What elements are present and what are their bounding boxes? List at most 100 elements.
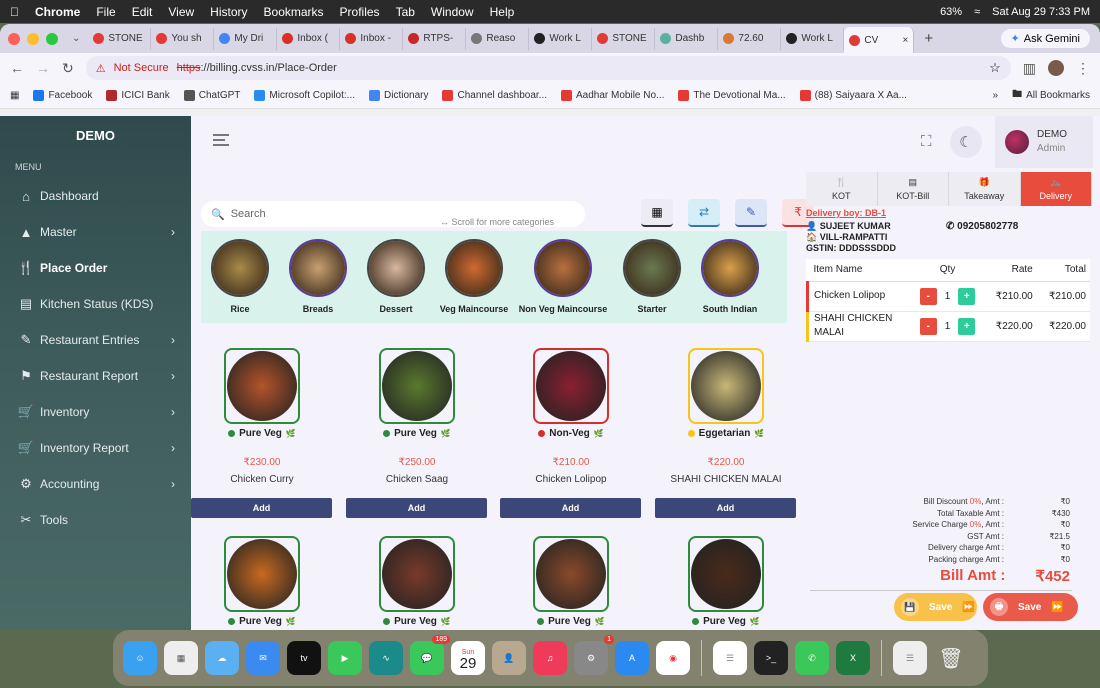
browser-tab[interactable]: Inbox ( <box>277 27 341 50</box>
bookmark-item[interactable]: Aadhar Mobile No... <box>561 90 664 101</box>
browser-tab[interactable]: My Dri <box>214 27 278 50</box>
hamburger-icon[interactable] <box>213 134 229 146</box>
freeform-icon[interactable]: ∿ <box>369 641 403 675</box>
kebab-menu-icon[interactable]: ⋮ <box>1076 60 1090 77</box>
tab-kot[interactable]: 🍴 KOT <box>806 172 878 206</box>
battery-percent[interactable]: 63% <box>940 6 962 18</box>
swap-button[interactable]: ⇄ <box>688 199 720 227</box>
more-bookmarks-icon[interactable]: » <box>993 90 999 101</box>
bookmark-item[interactable]: Channel dashboar... <box>442 90 547 101</box>
tab-takeaway[interactable]: 🎁 Takeaway <box>949 172 1021 206</box>
close-tab-icon[interactable]: × <box>903 35 909 46</box>
launchpad-icon[interactable]: ▦ <box>164 641 198 675</box>
add-to-order-button[interactable]: Add <box>191 498 332 518</box>
not-secure-label[interactable]: Not Secure <box>114 62 169 74</box>
category-item[interactable]: Breads <box>279 239 357 323</box>
trash-icon[interactable]: 🗑 <box>934 641 968 675</box>
browser-tab[interactable]: Dashb <box>655 27 719 50</box>
product-card[interactable]: Non-Veg 🌿 ₹210.00 Chicken Lolipop Add <box>500 348 642 518</box>
browser-tab[interactable]: STONE <box>592 27 656 50</box>
mac-menu-tab[interactable]: Tab <box>396 5 415 19</box>
sidebar-item-place-order[interactable]: 🍴 Place Order <box>0 250 191 286</box>
bookmark-item[interactable]: ChatGPT <box>183 90 240 101</box>
downloads-stack-icon[interactable]: ☰ <box>893 641 927 675</box>
terminal-icon[interactable]: >_ <box>754 641 788 675</box>
apple-icon[interactable]:  <box>10 5 19 19</box>
product-image[interactable] <box>533 348 609 424</box>
product-image[interactable] <box>533 536 609 612</box>
increase-qty-button[interactable]: + <box>958 317 976 335</box>
decrease-qty-button[interactable]: - <box>919 287 937 305</box>
sidebar-item-accounting[interactable]: ⚙ Accounting › <box>0 466 191 502</box>
sidebar-item-inventory[interactable]: 🛒 Inventory › <box>0 394 191 430</box>
new-tab-icon[interactable]: + <box>924 30 933 47</box>
product-image[interactable] <box>688 348 764 424</box>
category-item[interactable]: South Indian <box>691 239 769 323</box>
add-to-order-button[interactable]: Add <box>655 498 796 518</box>
browser-tab[interactable]: Work L <box>781 27 845 50</box>
tab-search-icon[interactable]: ⌄ <box>72 33 80 44</box>
profile-avatar[interactable] <box>1048 60 1064 76</box>
category-item[interactable]: Veg Maincourse <box>435 239 513 323</box>
product-image[interactable] <box>688 536 764 612</box>
browser-tab[interactable]: Inbox - <box>340 27 404 50</box>
apps-grid-icon[interactable]: ▦ <box>10 90 19 101</box>
product-card[interactable]: Pure Veg 🌿 <box>655 536 797 627</box>
mac-menu-profiles[interactable]: Profiles <box>340 5 380 19</box>
whatsapp-icon[interactable]: ✆ <box>795 641 829 675</box>
bookmark-item[interactable]: ICICI Bank <box>106 90 170 101</box>
table-view-button[interactable]: ▦ <box>641 199 673 227</box>
finder-icon[interactable]: ☺ <box>123 641 157 675</box>
apple-tv-icon[interactable]: tv <box>287 641 321 675</box>
music-icon[interactable]: ♫ <box>533 641 567 675</box>
messages-icon[interactable]: 💬 189 <box>410 635 450 675</box>
chrome-icon[interactable]: ◉ <box>656 641 690 675</box>
decrease-qty-button[interactable]: - <box>919 317 937 335</box>
order-qty[interactable]: 1 <box>945 291 951 302</box>
product-image[interactable] <box>379 536 455 612</box>
product-card[interactable]: Pure Veg 🌿 <box>346 536 488 627</box>
category-item[interactable]: Starter <box>613 239 691 323</box>
all-bookmarks[interactable]: 🖿 All Bookmarks <box>1012 87 1090 104</box>
star-icon[interactable]: ☆ <box>989 60 1001 76</box>
forward-icon[interactable]: → <box>36 60 50 76</box>
add-to-order-button[interactable]: Add <box>346 498 487 518</box>
increase-qty-button[interactable]: + <box>958 287 976 305</box>
sidebar-item-inventory-report[interactable]: 🛒 Inventory Report › <box>0 430 191 466</box>
product-image[interactable] <box>379 348 455 424</box>
delivery-boy-link[interactable]: Delivery boy: DB-1 <box>806 208 1092 218</box>
sidebar-item-tools[interactable]: ✂ Tools <box>0 502 191 538</box>
maximize-window-icon[interactable] <box>46 32 58 45</box>
tab-kot-bill[interactable]: ▤ KOT-Bill <box>878 172 949 206</box>
textedit-icon[interactable]: ☰ <box>713 641 747 675</box>
wifi-icon[interactable]: ≈ <box>974 6 980 18</box>
product-card[interactable]: Pure Veg 🌿 <box>191 536 333 627</box>
contacts-icon[interactable]: 👤 <box>492 641 526 675</box>
calendar-icon[interactable]: Sun 29 <box>451 641 485 675</box>
sidebar-item-master[interactable]: ▲ Master › <box>0 214 191 250</box>
browser-tab[interactable]: 72.60 <box>718 27 782 50</box>
ask-gemini-button[interactable]: ✦ Ask Gemini <box>1000 29 1090 48</box>
url-text[interactable]: https://billing.cvss.in/Place-Order <box>177 62 337 74</box>
browser-tab[interactable]: RTPS- <box>403 27 467 50</box>
order-qty[interactable]: 1 <box>945 321 951 332</box>
bookmark-item[interactable]: (88) Saiyaara X Aa... <box>799 90 907 101</box>
browser-tab[interactable]: Work L <box>529 27 593 50</box>
bookmark-item[interactable]: Facebook <box>33 90 92 101</box>
save-button[interactable]: 💾 Save ⏩ <box>894 593 977 621</box>
excel-icon[interactable]: X <box>836 641 870 675</box>
product-image[interactable] <box>224 536 300 612</box>
product-card[interactable]: Pure Veg 🌿 ₹230.00 Chicken Curry Add <box>191 348 333 518</box>
browser-tab[interactable]: Reaso <box>466 27 530 50</box>
brand-logo[interactable]: DEMO <box>0 116 191 156</box>
category-item[interactable]: Dessert <box>357 239 435 323</box>
bookmark-item[interactable]: The Devotional Ma... <box>678 90 786 101</box>
product-card[interactable]: Pure Veg 🌿 <box>500 536 642 627</box>
category-item[interactable]: Rice <box>201 239 279 323</box>
sidebar-item-restaurant-report[interactable]: ⚑ Restaurant Report › <box>0 358 191 394</box>
clock[interactable]: Sat Aug 29 7:33 PM <box>992 6 1090 18</box>
category-item[interactable]: Non Veg Maincourse <box>513 239 613 323</box>
save-print-button[interactable]: 🖶 Save ⏩ <box>983 593 1078 621</box>
edit-button[interactable]: ✎ <box>735 199 767 227</box>
tab-delivery[interactable]: 🚲 Delivery <box>1020 172 1092 206</box>
